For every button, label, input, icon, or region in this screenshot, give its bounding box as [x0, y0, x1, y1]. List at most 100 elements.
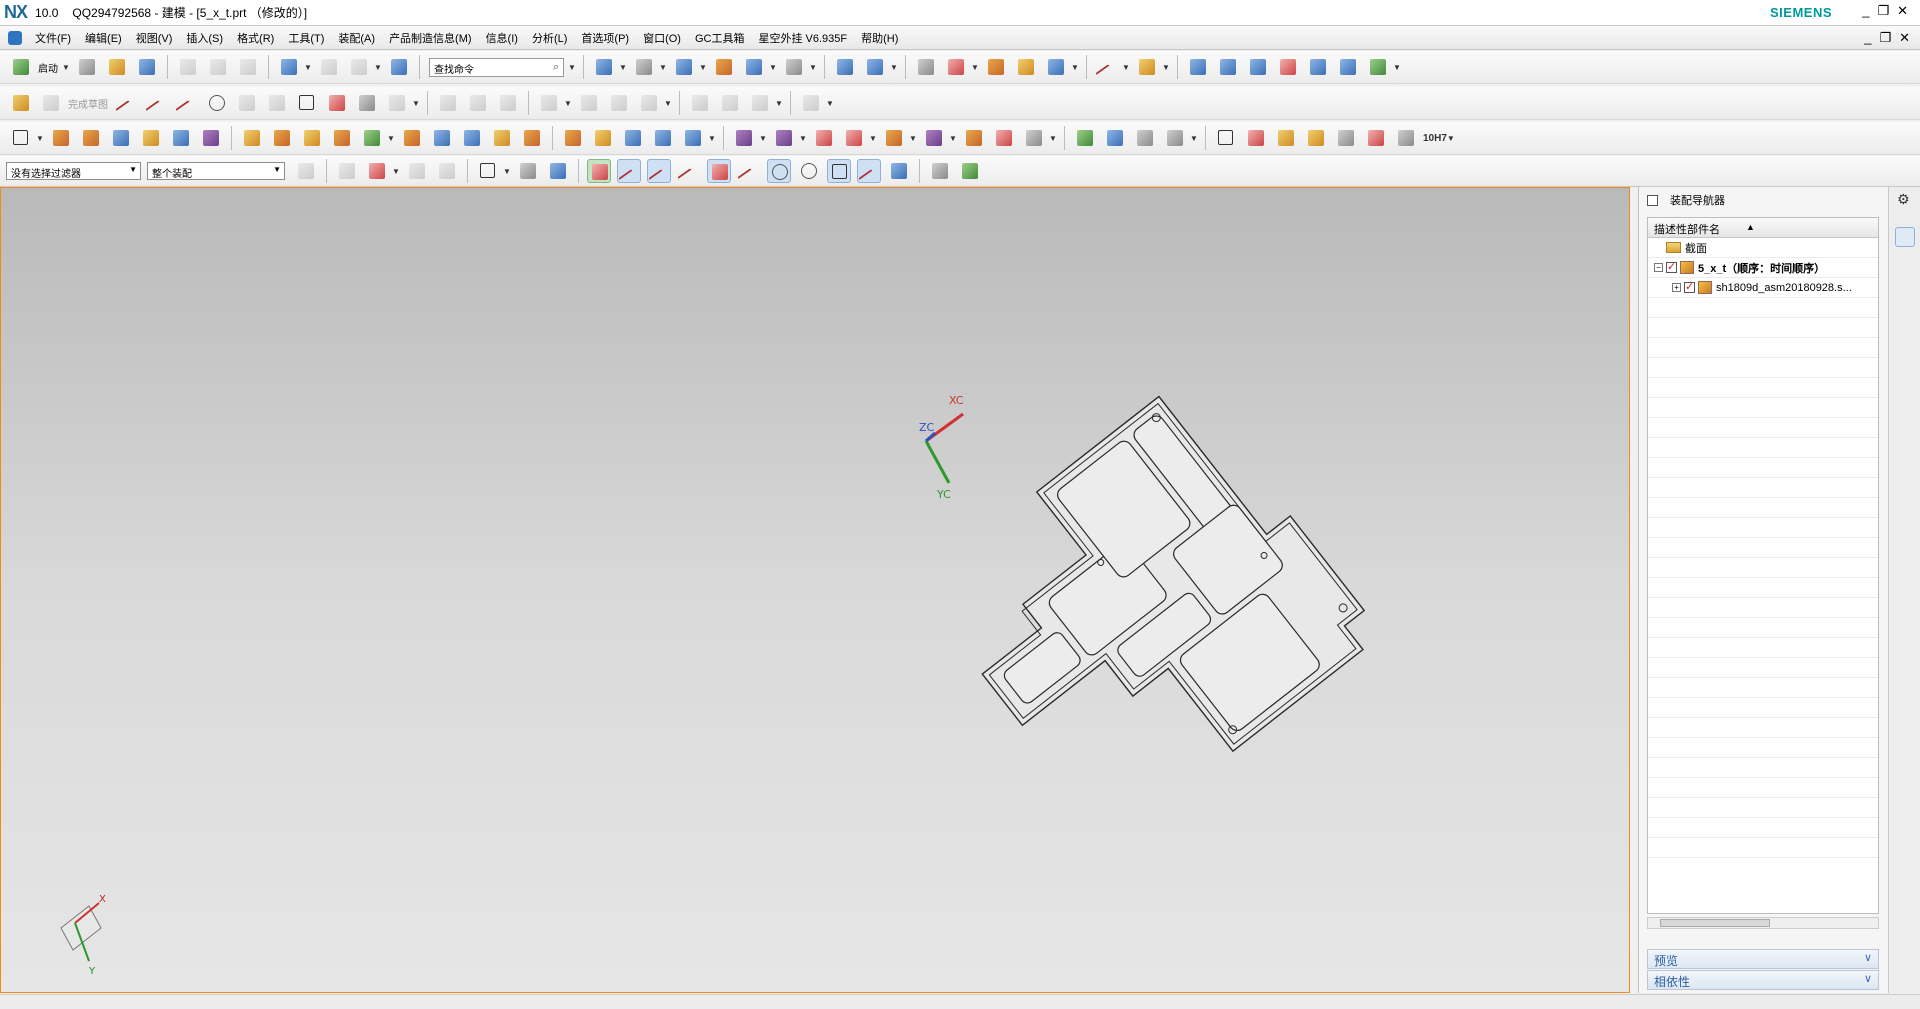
save-icon[interactable]	[135, 55, 159, 79]
chevron-down-icon[interactable]: ▼	[826, 99, 834, 108]
menu-view[interactable]: 视图(V)	[129, 30, 180, 46]
chevron-down-icon[interactable]: ▼	[664, 99, 672, 108]
orient-view-icon[interactable]	[672, 55, 696, 79]
scrollbar-thumb[interactable]	[1660, 919, 1770, 927]
revolve-icon[interactable]	[79, 126, 103, 150]
circle-icon[interactable]	[205, 91, 229, 115]
snap-endpoint-icon[interactable]	[617, 159, 641, 183]
doc-restore-button[interactable]: ❐	[1879, 30, 1891, 46]
chevron-down-icon[interactable]: ▼	[564, 99, 572, 108]
coordinate-system-icon[interactable]	[1163, 126, 1187, 150]
start-icon[interactable]	[9, 55, 33, 79]
select-visible-icon[interactable]	[516, 159, 540, 183]
system-scenes-tab-icon[interactable]	[1895, 642, 1915, 662]
constraint-navigator-tab-icon[interactable]	[1895, 267, 1915, 287]
chevron-down-icon[interactable]: ▼	[659, 63, 667, 72]
chevron-down-icon[interactable]: ▼	[1049, 134, 1057, 143]
dimension-tool-icon[interactable]	[1364, 126, 1388, 150]
chevron-down-icon[interactable]: ∨	[1864, 951, 1872, 964]
geometric-constraints-icon[interactable]	[577, 91, 601, 115]
edge-blend-icon[interactable]	[400, 126, 424, 150]
layer-settings-icon[interactable]	[914, 55, 938, 79]
add-point-icon[interactable]	[1274, 126, 1298, 150]
app-menu-icon[interactable]	[8, 30, 22, 45]
chevron-down-icon[interactable]: ▼	[699, 63, 707, 72]
snap-quadrant-icon[interactable]	[797, 159, 821, 183]
fit-view-icon[interactable]	[592, 55, 616, 79]
menu-window[interactable]: 窗口(O)	[636, 30, 688, 46]
new-file-icon[interactable]	[75, 55, 99, 79]
pattern-feature-icon[interactable]	[330, 126, 354, 150]
arc-icon[interactable]	[175, 91, 199, 115]
snap-control-point-icon[interactable]	[677, 159, 701, 183]
copy-icon[interactable]	[206, 55, 230, 79]
part-model[interactable]	[915, 378, 1383, 843]
model-viewport[interactable]: XC YC ZC X Y	[1, 188, 1630, 993]
datum-plane-icon[interactable]	[9, 126, 33, 150]
menu-plugin[interactable]: 星空外挂 V6.935F	[751, 30, 854, 46]
snap-on-face-icon[interactable]	[887, 159, 911, 183]
box-select-icon[interactable]	[476, 159, 500, 183]
chevron-down-icon[interactable]: ▼	[1162, 63, 1170, 72]
chevron-down-icon[interactable]: ▼	[869, 134, 877, 143]
menu-information[interactable]: 信息(I)	[479, 30, 525, 46]
polygon-icon[interactable]	[385, 91, 409, 115]
select-body-icon[interactable]	[435, 159, 459, 183]
process-studio-tab-icon[interactable]	[1895, 562, 1915, 582]
line-icon[interactable]	[145, 91, 169, 115]
undo-icon[interactable]	[277, 55, 301, 79]
face-analysis-icon[interactable]	[1366, 55, 1390, 79]
make-corner-icon[interactable]	[496, 91, 520, 115]
navigator-tree[interactable]: 描述性部件名 ▲ 截面 − 5_x_t（顺序：时间顺序） + sh1809d_a…	[1647, 217, 1879, 914]
menu-assemblies[interactable]: 装配(A)	[331, 30, 382, 46]
edit-section-icon[interactable]	[712, 55, 736, 79]
doc-minimize-button[interactable]: _	[1864, 30, 1871, 46]
delete-face-icon[interactable]	[812, 126, 836, 150]
snap-center-icon[interactable]	[767, 159, 791, 183]
assembly-components-icon[interactable]	[1103, 126, 1127, 150]
panel-pin-checkbox[interactable]	[1647, 194, 1658, 206]
quick-extend-icon[interactable]	[466, 91, 490, 115]
chevron-down-icon[interactable]: ▼	[1447, 134, 1455, 143]
sew-icon[interactable]	[651, 126, 675, 150]
snap-midpoint-icon[interactable]	[647, 159, 671, 183]
roles-tab-icon[interactable]	[1895, 602, 1915, 622]
chevron-down-icon[interactable]: ▼	[775, 99, 783, 108]
check-geometry-icon[interactable]	[1073, 126, 1097, 150]
chamfer-feature-icon[interactable]	[430, 126, 454, 150]
profile-icon[interactable]	[115, 91, 139, 115]
studio-spline-icon[interactable]	[325, 91, 349, 115]
selection-scope-select[interactable]: 整个装配 ▼	[147, 162, 285, 180]
collapse-icon[interactable]: −	[1654, 263, 1663, 272]
show-hide-icon[interactable]	[833, 55, 857, 79]
doc-close-button[interactable]: ✕	[1899, 30, 1910, 46]
column-header-part-name[interactable]: 描述性部件名 ▲	[1648, 218, 1878, 238]
fit-tolerance-icon[interactable]	[1394, 126, 1418, 150]
intersect-icon[interactable]	[300, 126, 324, 150]
menu-tools[interactable]: 工具(T)	[281, 30, 331, 46]
command-finder-icon[interactable]	[387, 55, 411, 79]
web-browser-tab-icon[interactable]	[1895, 437, 1915, 457]
shaded-view-icon[interactable]	[632, 55, 656, 79]
redo-icon[interactable]	[317, 55, 341, 79]
finish-sketch-label[interactable]: 完成草图	[68, 96, 108, 111]
tree-row-root-assembly[interactable]: − 5_x_t（顺序：时间顺序）	[1648, 258, 1878, 278]
search-icon[interactable]: ⌕	[553, 61, 559, 74]
chevron-down-icon[interactable]: ▼	[949, 134, 957, 143]
filter-icon[interactable]	[294, 159, 318, 183]
chevron-down-icon[interactable]: ▼	[387, 134, 395, 143]
deviation-icon[interactable]	[1306, 55, 1330, 79]
subtract-icon[interactable]	[270, 126, 294, 150]
history-tab-icon[interactable]	[1895, 482, 1915, 502]
snap-intersection-icon[interactable]	[707, 159, 731, 183]
feature-selection-icon[interactable]	[335, 159, 359, 183]
preview-section[interactable]: 预览 ∨	[1647, 949, 1879, 969]
shell-icon[interactable]	[460, 126, 484, 150]
snap-on-curve-icon[interactable]	[857, 159, 881, 183]
close-button[interactable]: ✕	[1897, 3, 1908, 19]
hd3d-tools-tab-icon[interactable]	[1895, 392, 1915, 412]
part-navigator-tab-icon[interactable]	[1895, 307, 1915, 327]
point-icon[interactable]	[355, 91, 379, 115]
finish-sketch-icon[interactable]	[39, 91, 63, 115]
resize-blend-icon[interactable]	[882, 126, 906, 150]
